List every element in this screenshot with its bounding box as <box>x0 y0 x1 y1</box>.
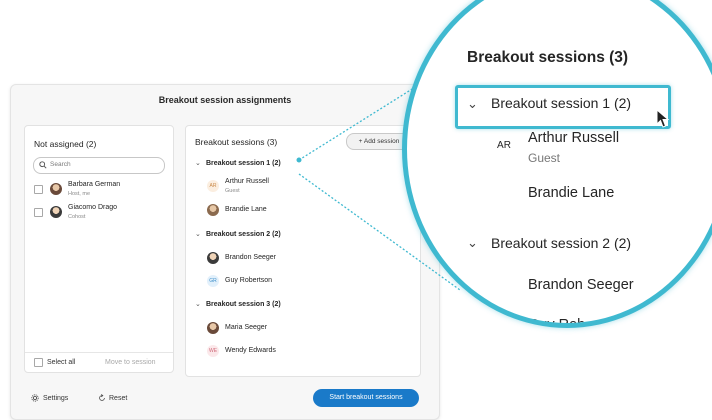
zoom-person-name: Brandie Lane <box>528 185 615 201</box>
zoom-session-header[interactable]: Breakout session 1 (2) <box>491 95 631 111</box>
zoom-person-name: Arthur Russell <box>528 130 620 146</box>
avatar <box>491 272 517 298</box>
zoom-person-name: Brandon Seeger <box>528 277 634 293</box>
chevron-down-icon[interactable]: ⌄ <box>467 235 478 251</box>
zoom-person-role: Guest <box>528 151 561 165</box>
avatar: AR <box>497 140 511 151</box>
chevron-down-icon[interactable]: ⌄ <box>467 96 478 112</box>
avatar <box>491 180 517 206</box>
cursor-icon <box>656 109 670 128</box>
zoom-session-header[interactable]: Breakout session 2 (2) <box>491 235 631 251</box>
zoom-breakout-sessions-title: Breakout sessions (3) <box>467 49 629 66</box>
